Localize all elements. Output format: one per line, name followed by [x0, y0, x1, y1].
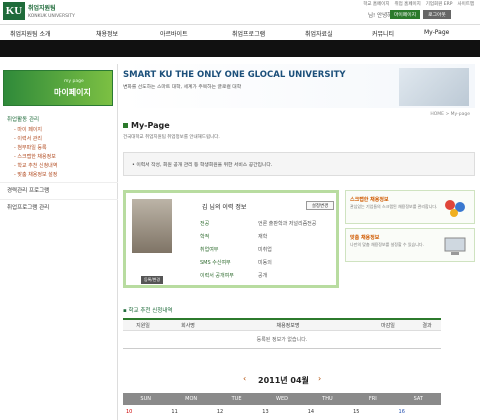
- toplink-school[interactable]: 학교 홈페이지: [363, 1, 389, 7]
- calendar-day[interactable]: 14: [305, 409, 350, 420]
- sidebar-menu: 취업활동 관리 - 마이 페이지 - 이력서 관리 - 첨부파일 등록 - 스크…: [0, 112, 118, 214]
- nav-item-program[interactable]: 취업프로그램: [232, 29, 265, 38]
- day-thu: THU: [322, 396, 333, 402]
- calendar-row: 10 11 12 13 14 15 16: [123, 409, 441, 420]
- sidebar-section-career[interactable]: 경력관리 프로그램: [0, 182, 118, 197]
- recommend-section-title: ▪ 학교 추천 신청내역: [123, 308, 173, 314]
- field-label: 전공: [200, 221, 210, 227]
- banner: SMART KU THE ONLY ONE GLOCAL UNIVERSITY …: [123, 64, 475, 108]
- scrap-jobs-box[interactable]: 스크랩한 채용정보 관심있는 기업들의 스크랩된 채용정보를 관리합니다.: [345, 190, 475, 224]
- ku-logo[interactable]: KU: [3, 2, 25, 20]
- sidebar-head-small: my page: [64, 79, 84, 84]
- photo-change-button[interactable]: 등록/변경: [141, 276, 163, 284]
- banner-image: [399, 68, 469, 106]
- profile-card: 등록/변경 김 님의 이력 정보 설정변경 전공 언론 출판학과 저널리즘전공 …: [123, 190, 339, 288]
- field-label: SMS 수신여부: [200, 260, 231, 266]
- toplink-erp[interactable]: 기업회원 ERP: [426, 1, 453, 7]
- day-sat: SAT: [413, 396, 423, 402]
- field-value: 미취업: [258, 247, 272, 253]
- nav-item-community[interactable]: 커뮤니티: [372, 29, 394, 38]
- scrap-jobs-desc: 관심있는 기업들의 스크랩된 채용정보를 관리합니다.: [350, 204, 438, 209]
- calendar-day[interactable]: 16: [396, 409, 441, 420]
- sidebar-item-resume[interactable]: - 이력서 관리: [0, 135, 118, 144]
- breadcrumb: HOME > My-page: [430, 112, 470, 117]
- next-month-button[interactable]: ›: [318, 374, 321, 383]
- calendar-header: SUN MON TUE WED THU FRI SAT: [123, 393, 441, 405]
- day-mon: MON: [185, 396, 198, 402]
- brand-name: 취업지원팀: [28, 5, 56, 12]
- sidebar-head-title: 마이페이지: [54, 88, 91, 97]
- logout-button[interactable]: 로그아웃: [423, 10, 451, 19]
- computer-icon: [444, 237, 466, 255]
- calendar-day[interactable]: 12: [214, 409, 259, 420]
- calendar-day[interactable]: 15: [350, 409, 395, 420]
- field-label: 취업여부: [200, 247, 219, 253]
- notice-box: • 이력서 작성, 회원 공개 관리 등 학생회원을 위한 서비스 공간입니다.: [123, 152, 475, 176]
- mypage-button[interactable]: 마이페이지: [390, 10, 420, 19]
- sidebar-item-mypage[interactable]: - 마이 페이지: [0, 126, 118, 135]
- sidebar-item-recommend[interactable]: - 학교 추천 신청내역: [0, 162, 118, 171]
- brand-text: 취업지원팀 KONKUK UNIVERSITY: [28, 3, 75, 19]
- nav-item-resources[interactable]: 취업자료실: [305, 29, 333, 38]
- sidebar-item-custom[interactable]: - 맞춤 채용정보 설정: [0, 171, 118, 180]
- custom-jobs-title: 맞춤 채용정보: [350, 235, 380, 241]
- custom-jobs-desc: 나만의 맞춤 채용정보를 설정할 수 있습니다.: [350, 242, 424, 247]
- calendar-day[interactable]: 10: [123, 409, 168, 420]
- main-nav: 취업지원팀 소개 채용정보 아르바이트 취업프로그램 취업자료실 커뮤니티 My…: [0, 24, 480, 40]
- banner-subtitle: 변화를 선도하는 스마트 대학, 세계가 주목하는 글로컬 대학: [123, 85, 242, 90]
- prev-month-button[interactable]: ‹: [243, 374, 246, 383]
- nav-item-mypage[interactable]: My-Page: [424, 29, 449, 36]
- sidebar-section-program[interactable]: 취업프로그램 관리: [0, 199, 118, 214]
- field-label: 학적: [200, 234, 210, 240]
- field-label: 이력서 공개여부: [200, 273, 234, 279]
- brand-sub: KONKUK UNIVERSITY: [28, 14, 75, 19]
- field-value: 재학: [258, 234, 268, 240]
- day-wed: WED: [276, 396, 288, 402]
- page-desc: 건국대학교 취업지원팀 취업정보를 안내해드립니다.: [123, 135, 220, 140]
- table-header: 지원일 회사명 채용정보명 마감일 결과: [123, 320, 441, 331]
- sidebar-section-activity[interactable]: 취업활동 관리: [0, 112, 118, 126]
- nav-item-parttime[interactable]: 아르바이트: [160, 29, 188, 38]
- banner-title: SMART KU THE ONLY ONE GLOCAL UNIVERSITY: [123, 70, 346, 80]
- recommend-table: 지원일 회사명 채용정보명 마감일 결과 등록된 정보가 없습니다.: [123, 318, 441, 349]
- day-sun: SUN: [140, 396, 151, 402]
- page-title: My-Page: [123, 121, 170, 130]
- field-value: 미동의: [258, 260, 272, 266]
- profile-name: 김 님의 이력 정보: [202, 204, 247, 211]
- calendar-day[interactable]: 13: [259, 409, 304, 420]
- sub-nav-bar: [0, 40, 480, 57]
- table-empty-message: 등록된 정보가 없습니다.: [123, 331, 441, 349]
- day-tue: TUE: [231, 396, 242, 402]
- toplink-career[interactable]: 취업 홈페이지: [394, 1, 420, 7]
- profile-photo: [132, 199, 172, 253]
- nav-item-intro[interactable]: 취업지원팀 소개: [10, 29, 51, 38]
- day-fri: FRI: [368, 396, 377, 402]
- sidebar-item-attachment[interactable]: - 첨부파일 등록: [0, 144, 118, 153]
- field-value: 언론 출판학과 저널리즘전공: [258, 221, 317, 227]
- title-square-icon: [123, 123, 128, 128]
- scrap-jobs-title: 스크랩한 채용정보: [350, 197, 389, 203]
- toplink-sitemap[interactable]: 사이트맵: [457, 1, 474, 7]
- col-deadline: 마감일: [381, 322, 395, 329]
- col-result: 결과: [422, 322, 432, 329]
- col-apply-date: 지원일: [136, 322, 150, 329]
- nav-item-jobs[interactable]: 채용정보: [96, 29, 118, 38]
- settings-change-button[interactable]: 설정변경: [306, 201, 334, 210]
- sidebar: my page 마이페이지 취업활동 관리 - 마이 페이지 - 이력서 관리 …: [0, 64, 118, 420]
- top-links: 학교 홈페이지 취업 홈페이지 기업회원 ERP 사이트맵: [363, 1, 474, 7]
- col-company: 회사명: [181, 322, 195, 329]
- field-value: 공개: [258, 273, 268, 279]
- col-job: 채용정보명: [276, 322, 300, 329]
- sidebar-item-scrap[interactable]: - 스크랩한 채용정보: [0, 153, 118, 162]
- sidebar-header: my page 마이페이지: [3, 70, 113, 106]
- custom-jobs-box[interactable]: 맞춤 채용정보 나만의 맞춤 채용정보를 설정할 수 있습니다.: [345, 228, 475, 262]
- pin-icon: [445, 200, 465, 217]
- calendar-month: 2011년 04월: [258, 376, 309, 385]
- calendar-day[interactable]: 11: [168, 409, 213, 420]
- top-header: KU 취업지원팀 KONKUK UNIVERSITY 학교 홈페이지 취업 홈페…: [0, 0, 480, 22]
